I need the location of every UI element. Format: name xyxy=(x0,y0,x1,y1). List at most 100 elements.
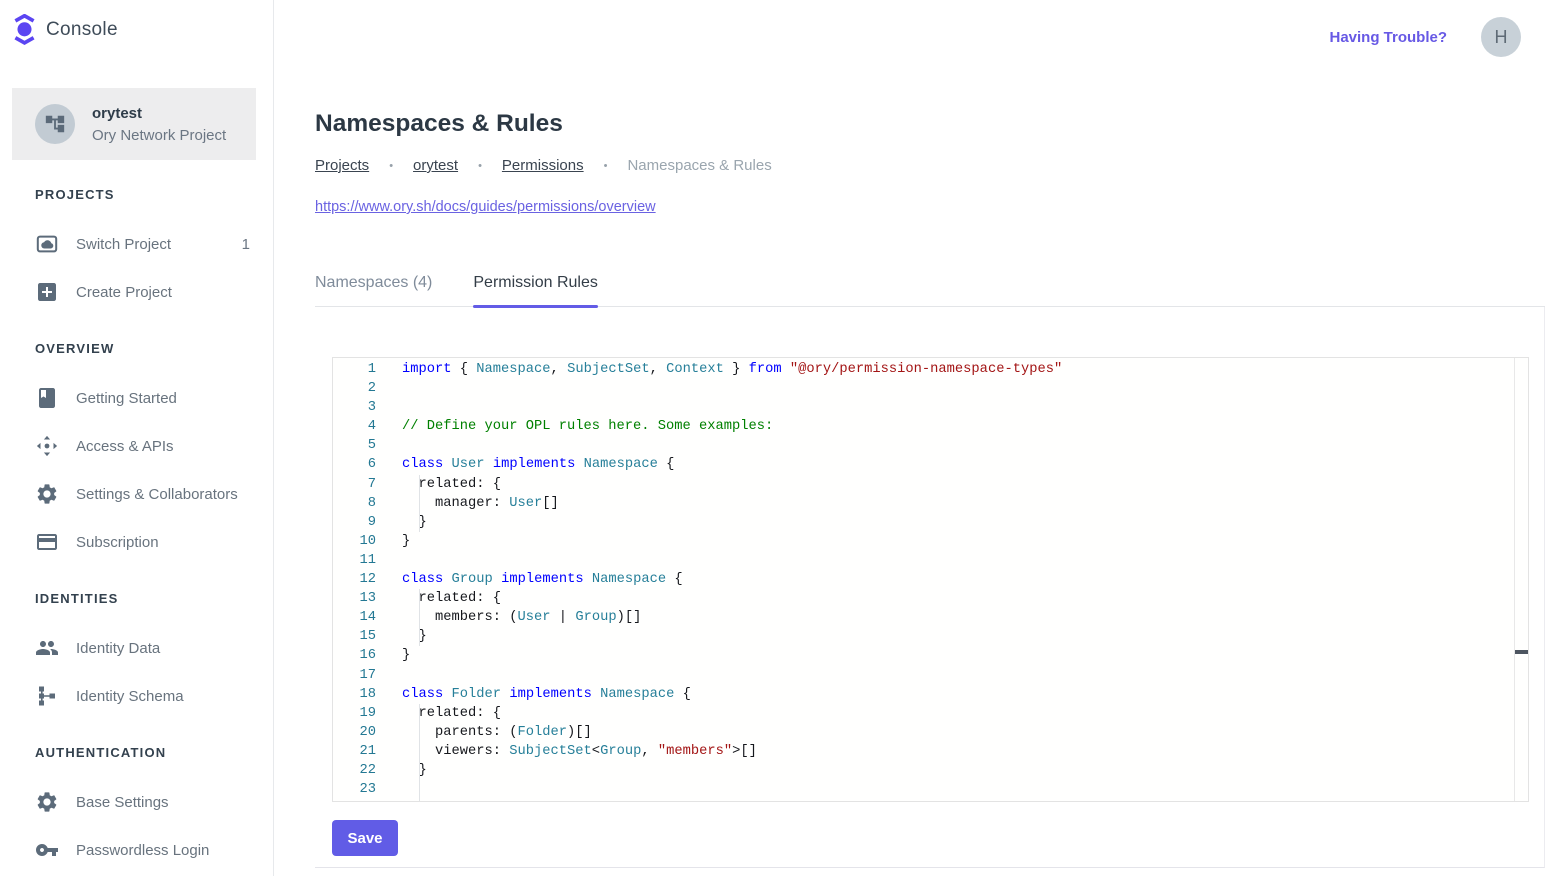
sidebar-item-label: Getting Started xyxy=(76,390,177,407)
line-number: 18 xyxy=(333,685,402,704)
line-number: 13 xyxy=(333,589,402,608)
cursor-position-marker xyxy=(1515,650,1528,654)
app-title: Console xyxy=(46,19,118,41)
line-number: 24 xyxy=(333,799,402,802)
sidebar-item-label: Access & APIs xyxy=(76,438,174,455)
line-number: 1 xyxy=(333,360,402,379)
code-line: related: { xyxy=(402,475,1514,494)
dpad-icon xyxy=(35,434,59,458)
sidebar-item-passwordless-login[interactable]: Passwordless Login xyxy=(12,826,256,874)
line-number: 15 xyxy=(333,627,402,646)
having-trouble-link[interactable]: Having Trouble? xyxy=(1329,29,1447,46)
tab-bar: Namespaces (4) Permission Rules xyxy=(315,262,1545,307)
sidebar-item-access-apis[interactable]: Access & APIs xyxy=(12,422,256,470)
page-title: Namespaces & Rules xyxy=(315,110,563,138)
sidebar-item-label: Passwordless Login xyxy=(76,842,209,859)
sidebar-item-badge: 1 xyxy=(242,236,250,253)
credit-card-icon xyxy=(35,530,59,554)
code-line xyxy=(402,398,1514,417)
line-number: 14 xyxy=(333,608,402,627)
code-line xyxy=(402,436,1514,455)
schema-icon xyxy=(35,684,59,708)
save-button[interactable]: Save xyxy=(332,820,398,856)
tab-permission-rules[interactable]: Permission Rules xyxy=(473,262,597,307)
breadcrumb: Projects • orytest • Permissions • Namespaces … xyxy=(315,157,772,174)
sidebar-item-create-project[interactable]: Create Project xyxy=(12,268,256,316)
key-icon xyxy=(35,838,59,862)
code-line xyxy=(402,666,1514,685)
sidebar-item-label: Identity Data xyxy=(76,640,160,657)
code-line: class Folder implements Namespace { xyxy=(402,685,1514,704)
line-number: 5 xyxy=(333,436,402,455)
sidebar-item-identity-schema[interactable]: Identity Schema xyxy=(12,672,256,720)
code-line: related: { xyxy=(402,589,1514,608)
code-line: members: (User | Group)[] xyxy=(402,608,1514,627)
code-line: viewers: SubjectSet<Group, "members">[] xyxy=(402,742,1514,761)
project-name: orytest xyxy=(92,105,226,122)
line-number: 19 xyxy=(333,704,402,723)
sidebar-section-heading-authentication: AUTHENTICATION xyxy=(35,738,272,768)
line-number: 21 xyxy=(333,742,402,761)
sidebar: Console orytest Ory Network Project PROJ… xyxy=(0,0,274,876)
line-number: 3 xyxy=(333,398,402,417)
sidebar-section-heading-identities: IDENTITIES xyxy=(35,584,272,614)
code-line: import { Namespace, SubjectSet, Context … xyxy=(402,360,1514,379)
editor-code[interactable]: import { Namespace, SubjectSet, Context … xyxy=(402,360,1514,801)
code-line: permits = { xyxy=(402,799,1514,801)
editor-overview-ruler[interactable] xyxy=(1514,358,1528,801)
user-avatar[interactable]: H xyxy=(1481,17,1521,57)
sidebar-item-label: Subscription xyxy=(76,534,159,551)
line-number: 10 xyxy=(333,532,402,551)
account-tree-icon xyxy=(44,113,66,135)
sidebar-item-base-settings[interactable]: Base Settings xyxy=(12,778,256,826)
code-editor[interactable]: 123456789101112131415161718192021222324 … xyxy=(332,357,1529,802)
breadcrumb-item-namespaces-rules: Namespaces & Rules xyxy=(627,157,771,174)
sidebar-item-label: Identity Schema xyxy=(76,688,184,705)
breadcrumb-separator: • xyxy=(604,160,608,172)
line-number: 20 xyxy=(333,723,402,742)
ory-console-screen: Console orytest Ory Network Project PROJ… xyxy=(0,0,1556,876)
add-box-icon xyxy=(35,280,59,304)
code-line: parents: (Folder)[] xyxy=(402,723,1514,742)
sidebar-item-subscription[interactable]: Subscription xyxy=(12,518,256,566)
code-line: class User implements Namespace { xyxy=(402,455,1514,474)
sidebar-item-settings-collaborators[interactable]: Settings & Collaborators xyxy=(12,470,256,518)
breadcrumb-item-projects[interactable]: Projects xyxy=(315,157,369,174)
line-number: 11 xyxy=(333,551,402,570)
breadcrumb-item-permissions[interactable]: Permissions xyxy=(502,157,584,174)
code-line xyxy=(402,551,1514,570)
line-number: 22 xyxy=(333,761,402,780)
people-icon xyxy=(35,636,59,660)
project-subtitle: Ory Network Project xyxy=(92,127,226,144)
code-line: class Group implements Namespace { xyxy=(402,570,1514,589)
code-line: } xyxy=(402,646,1514,665)
line-number: 7 xyxy=(333,475,402,494)
editor-gutter[interactable]: 123456789101112131415161718192021222324 xyxy=(333,360,402,802)
project-card[interactable]: orytest Ory Network Project xyxy=(12,88,256,160)
sidebar-nav: PROJECTS Switch Project 1 Create Project OVE… xyxy=(0,180,272,874)
app-logo: Console xyxy=(12,14,118,45)
breadcrumb-separator: • xyxy=(478,160,482,172)
sidebar-section-heading-projects: PROJECTS xyxy=(35,180,272,210)
cloud-box-icon xyxy=(35,232,59,256)
breadcrumb-separator: • xyxy=(389,160,393,172)
permission-rules-panel: 123456789101112131415161718192021222324 … xyxy=(315,307,1545,868)
code-line: } xyxy=(402,761,1514,780)
sidebar-item-getting-started[interactable]: Getting Started xyxy=(12,374,256,422)
line-number: 8 xyxy=(333,494,402,513)
breadcrumb-item-orytest[interactable]: orytest xyxy=(413,157,458,174)
sidebar-item-identity-data[interactable]: Identity Data xyxy=(12,624,256,672)
sidebar-section-heading-overview: OVERVIEW xyxy=(35,334,272,364)
tab-namespaces-4[interactable]: Namespaces (4) xyxy=(315,262,432,307)
line-number: 17 xyxy=(333,666,402,685)
project-avatar xyxy=(35,104,75,144)
docs-link[interactable]: https://www.ory.sh/docs/guides/permissio… xyxy=(315,199,656,215)
ory-logo-icon xyxy=(12,14,37,45)
line-number: 16 xyxy=(333,646,402,665)
sidebar-item-switch-project[interactable]: Switch Project 1 xyxy=(12,220,256,268)
code-line: related: { xyxy=(402,704,1514,723)
sidebar-item-label: Base Settings xyxy=(76,794,169,811)
gear-icon xyxy=(35,790,59,814)
code-line: } xyxy=(402,532,1514,551)
sidebar-item-label: Switch Project xyxy=(76,236,171,253)
